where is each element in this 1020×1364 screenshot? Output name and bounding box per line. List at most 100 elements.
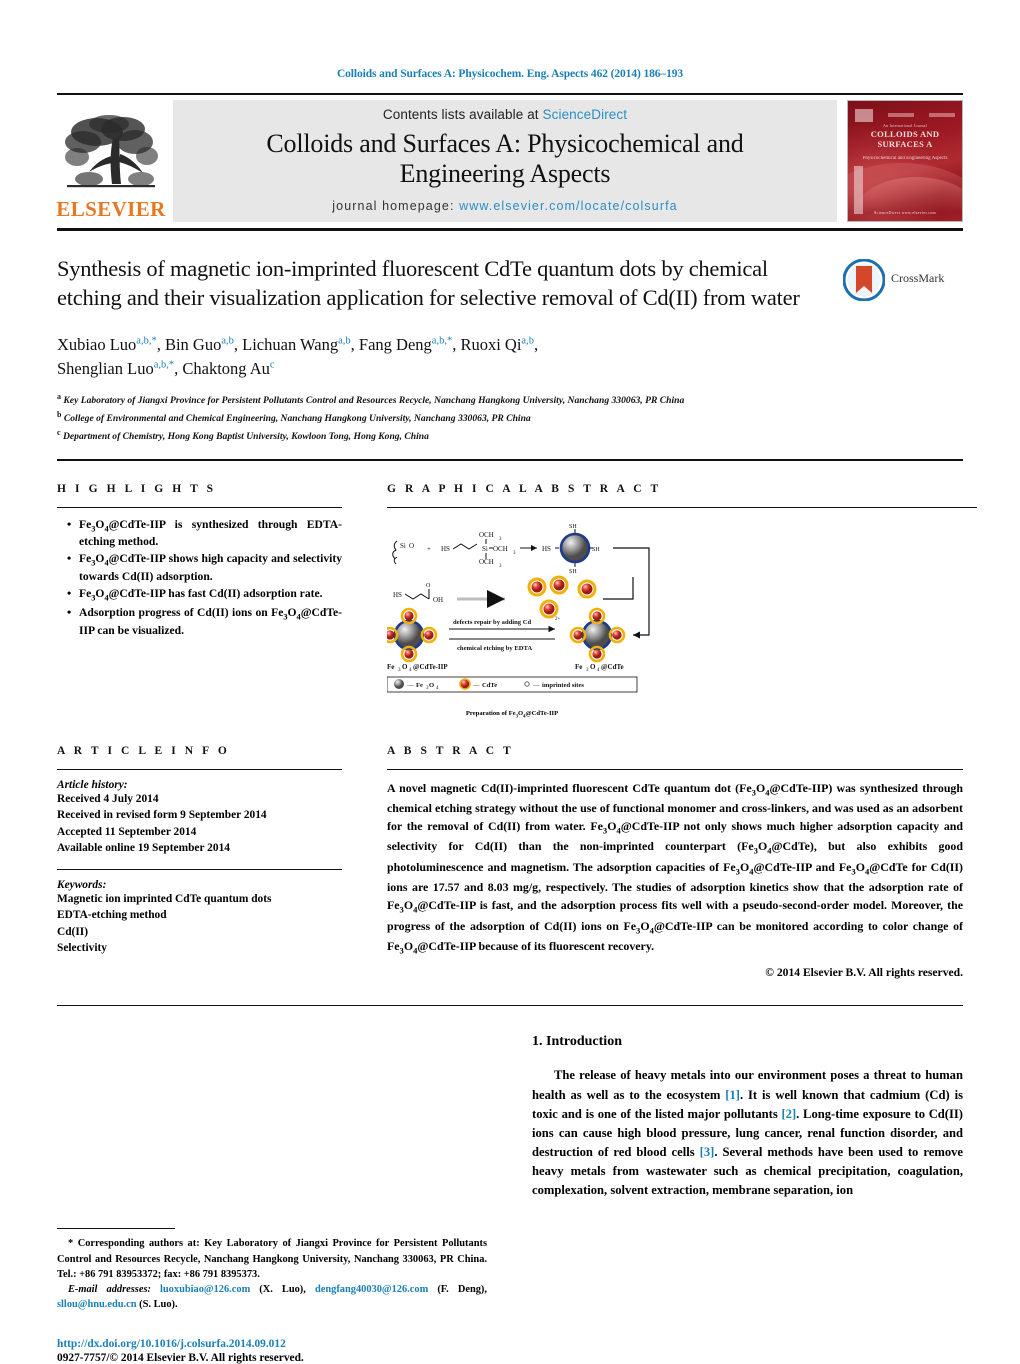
author-3: Lichuan Wanga,b: [242, 334, 351, 354]
doi-link[interactable]: http://dx.doi.org/10.1016/j.colsurfa.201…: [57, 1338, 487, 1350]
column-gutter-3: [487, 1034, 532, 1364]
svg-text:OH: OH: [433, 596, 443, 604]
title-bottom-rule: [57, 458, 963, 461]
author-5: Ruoxi Qia,b: [460, 334, 534, 354]
history-revised: Received in revised form 9 September 201…: [57, 809, 267, 822]
journal-title: Colloids and Surfaces A: Physicochemical…: [266, 129, 743, 189]
affiliations: a Key Laboratory of Jiangxi Province for…: [57, 391, 963, 444]
cover-tick-1: [888, 113, 914, 117]
article-info-abstract-row: A R T I C L E I N F O Article history: R…: [57, 744, 963, 980]
highlights-list: Fe3O4@CdTe-IIP is synthesized through ED…: [57, 516, 342, 639]
reference-1[interactable]: [1]: [725, 1088, 740, 1102]
reference-2[interactable]: [2]: [781, 1107, 796, 1121]
abstract-text: A novel magnetic Cd(II)-imprinted fluore…: [387, 780, 963, 956]
list-item: Fe3O4@CdTe-IIP has fast Cd(II) adsorptio…: [67, 585, 342, 604]
abstract-heading: A B S T R A C T: [387, 744, 514, 757]
author-7: Chaktong Auc: [182, 358, 275, 378]
svg-text:2+: 2+: [555, 617, 561, 622]
abstract-copyright: © 2014 Elsevier B.V. All rights reserved…: [765, 966, 963, 980]
title-block: Synthesis of magnetic ion-imprinted fluo…: [57, 255, 963, 313]
history-received: Received 4 July 2014: [57, 792, 159, 805]
footnote-block: * Corresponding authors at: Key Laborato…: [57, 1228, 487, 1364]
cover-elsevier-mark: [855, 108, 873, 122]
svg-text:—: —: [406, 682, 414, 689]
svg-text:O: O: [429, 682, 434, 689]
history-online: Available online 19 September 2014: [57, 842, 230, 855]
article-info-heading: A R T I C L E I N F O: [57, 744, 230, 757]
svg-text:imprinted sites: imprinted sites: [542, 682, 584, 689]
cover-small-line: An International Journal: [883, 123, 927, 128]
journal-band: Contents lists available at ScienceDirec…: [173, 100, 837, 222]
cover-top-strip: [855, 108, 955, 122]
title-column: Synthesis of magnetic ion-imprinted fluo…: [57, 255, 843, 313]
history-accepted: Accepted 11 September 2014: [57, 825, 197, 838]
svg-text:4: 4: [409, 668, 412, 673]
issn-copyright: 0927-7757/© 2014 Elsevier B.V. All right…: [57, 1352, 304, 1364]
graphical-abstract-rule: [387, 506, 977, 508]
svg-text:OCH: OCH: [479, 531, 494, 539]
masthead-bottom-rule: [57, 228, 963, 231]
keywords-label: Keywords:: [57, 878, 107, 891]
sciencedirect-link[interactable]: ScienceDirect: [543, 107, 628, 122]
author-list: Xubiao Luoa,b,*, Bin Guoa,b, Lichuan Wan…: [57, 333, 963, 381]
author-line-2: Shenglian Luoa,b,*, Chaktong Auc: [57, 358, 275, 378]
body-row: * Corresponding authors at: Key Laborato…: [57, 1034, 963, 1364]
keyword-1: Magnetic ion imprinted CdTe quantum dots: [57, 892, 272, 905]
highlights-heading: H I G H L I G H T S: [57, 482, 217, 495]
journal-homepage-link[interactable]: www.elsevier.com/locate/colsurfa: [459, 199, 678, 213]
author-line-1: Xubiao Luoa,b,*, Bin Guoa,b, Lichuan Wan…: [57, 334, 539, 354]
article-title: Synthesis of magnetic ion-imprinted fluo…: [57, 256, 800, 310]
journal-title-line-1: Colloids and Surfaces A: Physicochemical…: [266, 129, 744, 159]
svg-text:chemical etching by EDTA: chemical etching by EDTA: [457, 645, 532, 652]
cover-title: COLLOIDS AND SURFACES A: [870, 129, 940, 149]
svg-text:3: 3: [586, 668, 589, 673]
homepage-label: journal homepage:: [332, 198, 455, 213]
svg-text:HS: HS: [393, 591, 402, 599]
email-link-1[interactable]: luoxubiao@126.com: [160, 1284, 250, 1295]
svg-text:HS: HS: [441, 545, 450, 553]
cover-subtitle: Physicochemical and Engineering Aspects: [862, 155, 948, 161]
email-link-2[interactable]: dengfang40030@126.com: [315, 1284, 428, 1295]
keyword-2: EDTA-etching method: [57, 909, 167, 922]
svg-text:+: +: [427, 545, 431, 553]
svg-text:3: 3: [499, 564, 502, 569]
list-item: Fe3O4@CdTe-IIP shows high capacity and s…: [67, 550, 342, 585]
crossmark-badge[interactable]: CrossMark: [843, 255, 963, 313]
email-link-3[interactable]: sllou@hnu.edu.cn: [57, 1299, 137, 1310]
svg-text:—: —: [472, 682, 480, 689]
body-right-column: 1. Introduction The release of heavy met…: [532, 1034, 963, 1364]
cover-text-block: An International Journal COLLOIDS AND SU…: [848, 123, 962, 162]
svg-text:HS: HS: [542, 545, 551, 553]
svg-text:4: 4: [597, 668, 600, 673]
svg-text:—: —: [532, 682, 540, 689]
corresponding-author-note: * Corresponding authors at: Key Laborato…: [57, 1238, 487, 1280]
crossmark-icon: [843, 259, 885, 301]
svg-text:Fe: Fe: [416, 682, 423, 689]
journal-masthead: ELSEVIER Contents lists available at Sci…: [56, 100, 963, 222]
svg-text:O: O: [590, 663, 596, 671]
svg-text:SH: SH: [569, 524, 577, 530]
list-item: Adsorption progress of Cd(II) ions on Fe…: [67, 604, 342, 639]
elsevier-wordmark: ELSEVIER: [56, 197, 166, 221]
abstract-bottom-rule: [57, 1005, 963, 1007]
journal-title-line-2: Engineering Aspects: [399, 159, 611, 188]
graphical-abstract-caption: Preparation of Fe3O4@CdTe-IIP: [465, 709, 559, 719]
highlights-column: H I G H L I G H T S Fe3O4@CdTe-IIP is sy…: [57, 483, 342, 705]
body-left-column: * Corresponding authors at: Key Laborato…: [57, 1034, 487, 1364]
author-1: Xubiao Luoa,b,*: [57, 334, 157, 354]
svg-text:Si: Si: [482, 545, 488, 553]
svg-text:3: 3: [398, 668, 401, 673]
author-2: Bin Guoa,b: [164, 334, 234, 354]
running-head: Colloids and Surfaces A: Physicochem. En…: [336, 68, 684, 80]
elsevier-logo: ELSEVIER: [56, 100, 166, 222]
svg-text:4: 4: [436, 686, 439, 691]
svg-text:SH: SH: [592, 547, 600, 553]
svg-text:Fe: Fe: [387, 663, 394, 671]
highlights-rule: [57, 506, 342, 508]
column-gutter: [342, 483, 387, 705]
reference-3[interactable]: [3]: [700, 1145, 715, 1159]
abstract-column: A B S T R A C T A novel magnetic Cd(II)-…: [387, 744, 963, 980]
svg-text:3: 3: [499, 537, 502, 542]
graphical-abstract-svg: Si O + HS Si OCH3 OCH3 OCH3 HS SH SH SH …: [381, 524, 650, 692]
svg-text:Fe: Fe: [575, 663, 582, 671]
